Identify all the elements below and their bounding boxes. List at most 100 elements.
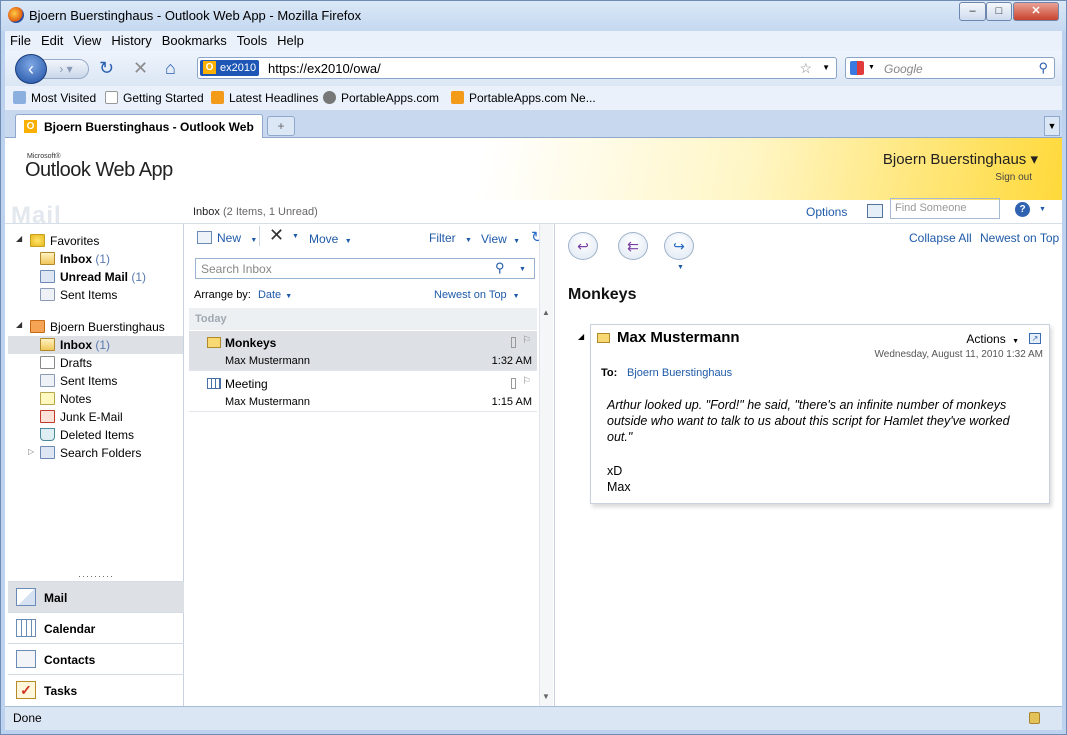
new-button[interactable]: New ▼ — [197, 231, 257, 245]
group-header-today: Today — [189, 308, 537, 330]
new-label: New — [217, 231, 242, 245]
sort-order-dropdown[interactable]: Newest on Top ▼ — [434, 289, 520, 301]
delete-dropdown-icon[interactable]: ▼ — [292, 233, 299, 240]
search-inbox-input[interactable]: Search Inbox — [195, 258, 535, 279]
pane-resize-grip[interactable]: ········· — [78, 571, 114, 581]
search-bar[interactable]: ▼ Google ⚲ — [845, 57, 1055, 79]
search-options-icon[interactable]: ▼ — [519, 266, 526, 273]
bookmark-portableapps-news[interactable]: PortableApps.com Ne... — [451, 91, 596, 105]
menu-edit[interactable]: Edit — [36, 31, 68, 48]
reply-all-icon[interactable]: ⇇ — [618, 232, 648, 260]
star-icon[interactable]: ☆ — [799, 60, 812, 77]
bookmark-latest-headlines[interactable]: Latest Headlines — [211, 91, 318, 105]
address-book-icon[interactable] — [867, 204, 883, 218]
folder-label: Inbox — [60, 252, 92, 266]
folder-drafts[interactable]: Drafts — [40, 356, 92, 370]
minimize-button[interactable]: – — [959, 2, 986, 21]
help-icon[interactable]: ? — [1015, 202, 1030, 217]
owa-logo: Outlook Web App — [25, 159, 173, 181]
recipient-name[interactable]: Bjoern Buerstinghaus — [627, 367, 732, 379]
tab-owa[interactable]: Bjoern Buerstinghaus - Outlook Web ... — [15, 114, 263, 148]
user-name-menu[interactable]: Bjoern Buerstinghaus ▾ — [883, 150, 1038, 168]
sign-out-link[interactable]: Sign out — [995, 172, 1032, 183]
url-dropdown-icon[interactable]: ▼ — [822, 63, 830, 72]
menu-history[interactable]: History — [106, 31, 156, 48]
site-identity[interactable]: ex2010 — [200, 60, 260, 76]
home-icon[interactable]: ⌂ — [165, 59, 176, 77]
flag-icon[interactable]: ⚐ — [522, 335, 531, 346]
actions-menu[interactable]: Actions ▼ — [966, 332, 1019, 346]
menu-tools[interactable]: Tools — [232, 31, 272, 48]
folder-notes[interactable]: Notes — [40, 392, 91, 406]
module-calendar[interactable]: Calendar — [8, 612, 184, 643]
find-someone-input[interactable]: Find Someone — [890, 198, 1000, 219]
module-tasks[interactable]: ✓ Tasks — [8, 674, 184, 705]
view-button[interactable]: View ▼ — [481, 232, 520, 246]
search-placeholder[interactable]: Google — [884, 62, 923, 76]
collapse-all-link[interactable]: Collapse All — [909, 231, 972, 245]
fav-sent-items[interactable]: Sent Items — [40, 288, 117, 302]
search-icon[interactable]: ⚲ — [1038, 60, 1048, 76]
back-button[interactable]: ‹ — [15, 54, 47, 84]
mailbox-header[interactable]: Bjoern Buerstinghaus — [30, 320, 165, 334]
message-row[interactable]: Meeting ⚐ Max Mustermann 1:15 AM — [189, 372, 537, 412]
open-in-window-icon[interactable]: ↗ — [1029, 333, 1041, 344]
arrange-field-dropdown[interactable]: Date — [258, 289, 281, 301]
sender-name[interactable]: Max Mustermann — [617, 329, 740, 346]
search-icon[interactable]: ⚲ — [495, 260, 505, 276]
menu-bookmarks[interactable]: Bookmarks — [157, 31, 232, 48]
forward-dropdown-icon[interactable]: ▼ — [677, 264, 684, 271]
maximize-button[interactable]: □ — [986, 2, 1012, 21]
module-contacts[interactable]: Contacts — [8, 643, 184, 674]
collapse-message-icon[interactable]: ◢ — [578, 332, 584, 341]
tab-bar: Bjoern Buerstinghaus - Outlook Web ... +… — [5, 110, 1062, 148]
favorites-header[interactable]: Favorites — [30, 234, 99, 248]
message-date: Wednesday, August 11, 2010 1:32 AM — [874, 349, 1043, 360]
bookmark-getting-started[interactable]: Getting Started — [105, 91, 204, 105]
help-dropdown-icon[interactable]: ▼ — [1039, 206, 1046, 213]
scroll-down-icon[interactable]: ▼ — [542, 692, 550, 701]
folder-search-folders[interactable]: Search Folders — [40, 446, 141, 460]
forward-icon[interactable]: ↪ — [664, 232, 694, 260]
module-mail[interactable]: Mail — [8, 581, 184, 612]
flag-icon[interactable]: ⚐ — [522, 376, 531, 387]
collapse-favorites-icon[interactable]: ◢ — [16, 234, 22, 243]
sort-label: Newest on Top — [434, 289, 507, 301]
menu-file[interactable]: File — [5, 31, 36, 48]
engine-dropdown-icon[interactable]: ▼ — [868, 64, 875, 71]
new-tab-button[interactable]: + — [267, 116, 295, 136]
filter-button[interactable]: Filter ▼ — [429, 231, 472, 245]
folder-deleted-items[interactable]: Deleted Items — [40, 428, 134, 442]
scroll-up-icon[interactable]: ▲ — [542, 308, 550, 317]
folder-junk-email[interactable]: Junk E-Mail — [40, 410, 123, 424]
forward-button[interactable]: › ▾ — [43, 59, 89, 79]
url-bar[interactable]: ex2010 https://ex2010/owa/ ☆ ▼ — [197, 57, 837, 79]
expand-search-folders-icon[interactable]: ▷ — [28, 447, 34, 456]
fav-inbox[interactable]: Inbox (1) — [40, 252, 110, 266]
lock-icon[interactable] — [1029, 712, 1040, 724]
bookmark-most-visited[interactable]: Most Visited — [13, 91, 96, 105]
bookmark-portableapps[interactable]: PortableApps.com — [323, 91, 439, 105]
close-button[interactable]: ✕ — [1013, 2, 1059, 21]
google-icon[interactable] — [850, 61, 864, 75]
delete-icon[interactable]: ✕ — [269, 225, 284, 246]
message-row[interactable]: Monkeys ⚐ Max Mustermann 1:32 AM — [189, 331, 537, 371]
folder-inbox[interactable]: Inbox (1) — [8, 336, 183, 354]
reply-icon[interactable]: ↩ — [568, 232, 598, 260]
bookmark-label: Latest Headlines — [229, 91, 319, 105]
reload-icon[interactable]: ↻ — [99, 59, 114, 77]
fav-unread-mail[interactable]: Unread Mail (1) — [40, 270, 146, 284]
folder-sent-items[interactable]: Sent Items — [40, 374, 117, 388]
category-icon[interactable] — [511, 378, 516, 389]
menu-help[interactable]: Help — [272, 31, 309, 48]
newest-on-top-link[interactable]: Newest on Top — [980, 231, 1059, 245]
menu-view[interactable]: View — [68, 31, 106, 48]
collapse-mailbox-icon[interactable]: ◢ — [16, 320, 22, 329]
stop-icon[interactable]: ✕ — [133, 59, 148, 77]
url-text[interactable]: https://ex2010/owa/ — [268, 61, 381, 76]
list-scrollbar[interactable]: ▲ ▼ — [539, 224, 553, 706]
move-button[interactable]: Move ▼ — [309, 232, 352, 246]
category-icon[interactable] — [511, 337, 516, 348]
options-link[interactable]: Options — [806, 205, 847, 219]
tab-list-button[interactable]: ▼ — [1044, 116, 1060, 136]
